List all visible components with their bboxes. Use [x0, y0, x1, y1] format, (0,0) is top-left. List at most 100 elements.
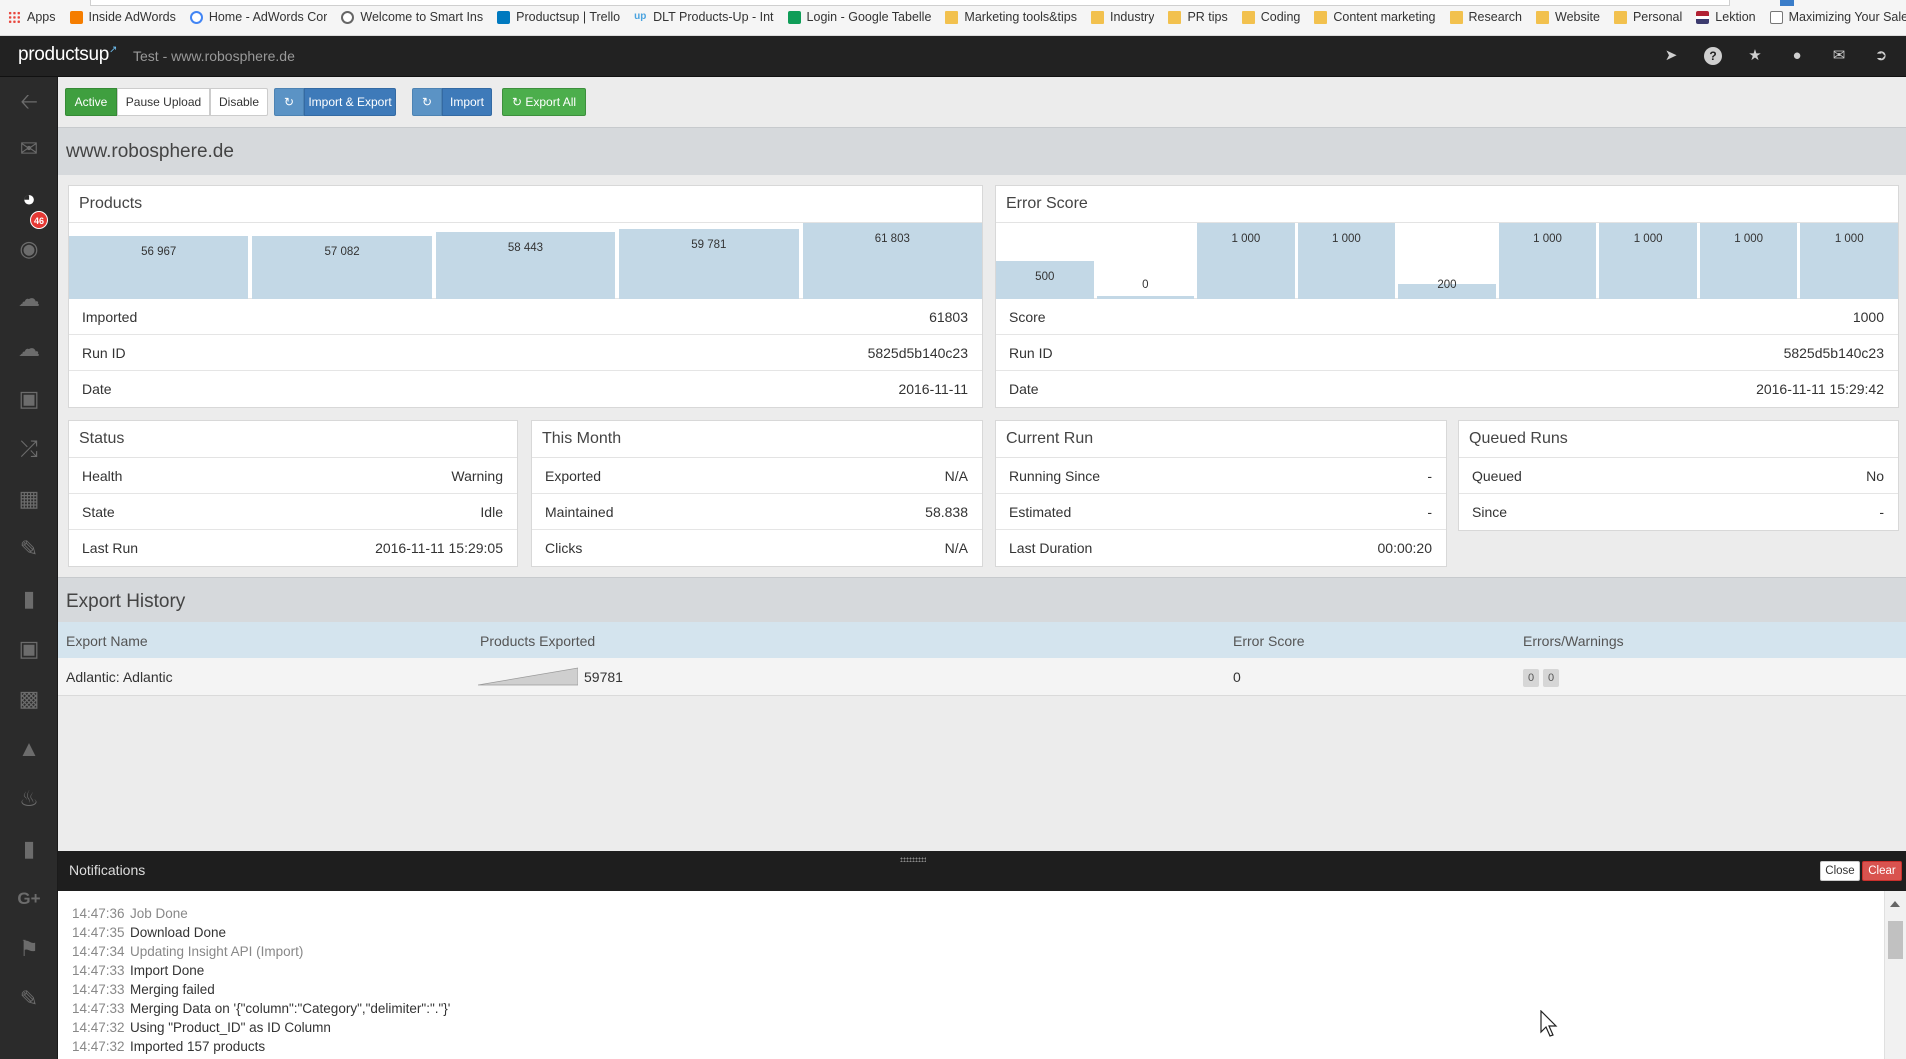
bookmark-item[interactable]: Productsup | Trello — [497, 10, 620, 24]
bookmark-label: Content marketing — [1333, 10, 1436, 24]
money-icon[interactable]: ▣ — [14, 634, 44, 664]
flag-icon[interactable]: ⚑ — [14, 934, 44, 964]
bookmark-item[interactable]: Home - AdWords Cor — [189, 10, 327, 24]
refresh-icon[interactable]: ↻ — [412, 88, 442, 116]
log-scrollbar[interactable] — [1884, 891, 1906, 1059]
info-row: Maintained 58.838 — [532, 494, 982, 530]
clear-notifications-button[interactable]: Clear — [1862, 861, 1902, 881]
bookmark-item[interactable]: Inside AdWords — [69, 10, 176, 24]
products-exported-sparkline — [478, 667, 578, 686]
scroll-up-icon[interactable] — [1890, 901, 1900, 907]
bookmark-item[interactable]: up DLT Products-Up - Int — [634, 10, 773, 24]
document-icon — [1769, 10, 1783, 24]
mail-icon[interactable]: ✉ — [14, 134, 44, 164]
action-toolbar: Active Pause Upload Disable ↻ Import & E… — [58, 77, 1906, 127]
status-rows: Health Warning State Idle Last Run 2016-11-11… — [69, 458, 517, 566]
bar-value-label: 500 — [1035, 271, 1055, 283]
edit-icon[interactable]: ✎ — [14, 984, 44, 1014]
info-row: Imported 61803 — [69, 299, 982, 335]
info-value: 2016-11-11 15:29:05 — [375, 540, 503, 556]
disable-button[interactable]: Disable — [210, 88, 268, 116]
lock-icon[interactable]: ◉ — [14, 234, 44, 264]
pencil-icon[interactable]: ✎ — [14, 534, 44, 564]
header-export-name[interactable]: Export Name — [66, 633, 148, 649]
bookmark-item[interactable]: Lektion — [1696, 10, 1756, 24]
bar-chart-icon[interactable]: ▩ — [14, 684, 44, 714]
products-exported-cell: 59781 — [584, 669, 623, 685]
active-button[interactable]: Active — [65, 88, 117, 116]
bookmark-item[interactable]: Website — [1536, 10, 1600, 24]
bookmark-item[interactable]: Login - Google Tabelle — [787, 10, 931, 24]
logout-icon[interactable]: ➲ — [1872, 47, 1890, 65]
bar-slot: 1 000 — [1297, 223, 1396, 299]
bookmark-item[interactable]: Apps — [8, 10, 56, 24]
mail-count-badge: 46 — [30, 211, 48, 229]
warning-icon[interactable]: ▲ — [14, 734, 44, 764]
info-label: Run ID — [1009, 345, 1053, 361]
bookmark-item[interactable]: Research — [1449, 10, 1523, 24]
export-all-button[interactable]: ↻ Export All — [502, 88, 586, 116]
bookmark-item[interactable]: PR tips — [1168, 10, 1228, 24]
queued-runs-panel-title: Queued Runs — [1459, 421, 1898, 458]
book-icon[interactable]: ▮ — [14, 584, 44, 614]
table-header: Export Name Products Exported Error Scor… — [58, 622, 1906, 658]
refresh-icon[interactable]: ↻ — [274, 88, 304, 116]
app-header: productsup↗ Test - www.robosphere.de ➤ ?… — [0, 36, 1906, 77]
resize-grip-icon[interactable] — [900, 857, 926, 862]
info-row: Exported N/A — [532, 458, 982, 494]
image-icon[interactable]: ▣ — [14, 384, 44, 414]
export-history-bar: Export History — [58, 577, 1906, 625]
info-label: Exported — [545, 468, 602, 484]
cloud-upload-icon[interactable]: ☁ — [14, 334, 44, 364]
back-arrow-icon[interactable]: 🡠 — [14, 87, 44, 117]
bookmark-item[interactable]: Industry — [1090, 10, 1155, 24]
import-export-button[interactable]: Import & Export — [304, 88, 396, 116]
bookmark-item[interactable]: Content marketing — [1314, 10, 1436, 24]
bar-value-label: 1 000 — [1332, 233, 1361, 245]
help-icon[interactable]: ? — [1704, 47, 1722, 65]
bookmark-item[interactable]: Marketing tools&tips — [945, 10, 1077, 24]
user-icon[interactable]: ● — [1788, 47, 1806, 65]
bar-value-label: 1 000 — [1734, 233, 1764, 245]
warnings-badge[interactable]: 0 — [1543, 669, 1559, 687]
bookmark-item[interactable]: Maximizing Your Sale — [1769, 10, 1906, 24]
header-errors-warnings[interactable]: Errors/Warnings — [1523, 633, 1624, 649]
errors-badge[interactable]: 0 — [1523, 669, 1539, 687]
queued-runs-panel: Queued Runs Queued No Since - — [1458, 420, 1899, 531]
mail-icon[interactable]: ✉ — [1830, 47, 1848, 65]
scroll-thumb[interactable] — [1888, 921, 1903, 959]
bookmark-item[interactable]: Welcome to Smart Ins — [341, 10, 483, 24]
cloud-download-icon[interactable]: ☁ — [14, 284, 44, 314]
dashboard-icon[interactable]: ◕ — [14, 184, 44, 214]
bookmark-label: Research — [1468, 10, 1523, 24]
table-icon[interactable]: ▦ — [14, 484, 44, 514]
log-time: 14:47:33 — [72, 982, 125, 997]
table-row[interactable]: Adlantic: Adlantic 59781 0 00 — [58, 658, 1906, 696]
pause-upload-button[interactable]: Pause Upload — [117, 88, 210, 116]
location-arrow-icon[interactable]: ➤ — [1662, 47, 1680, 65]
current-run-panel: Current Run Running Since - Estimated - Last… — [995, 420, 1447, 567]
close-notifications-button[interactable]: Close — [1820, 861, 1860, 881]
bar-slot: 500 — [996, 223, 1094, 299]
bar-slot: 1 000 — [1800, 223, 1898, 299]
bookmark-label: PR tips — [1187, 10, 1228, 24]
bell-icon[interactable]: ♨ — [14, 784, 44, 814]
star-icon[interactable]: ★ — [1746, 47, 1764, 65]
log-time: 14:47:35 — [72, 925, 125, 940]
bookmark-item[interactable]: Personal — [1613, 10, 1682, 24]
shuffle-icon[interactable]: ⤮ — [14, 434, 44, 464]
productsup-logo[interactable]: productsup↗ — [18, 44, 117, 66]
info-label: Date — [1009, 381, 1039, 397]
export-name-cell[interactable]: Adlantic: Adlantic — [66, 669, 173, 685]
extension-icon[interactable] — [1780, 0, 1794, 6]
book-alt-icon[interactable]: ▮ — [14, 834, 44, 864]
info-label: Running Since — [1009, 468, 1101, 484]
header-products-exported[interactable]: Products Exported — [480, 633, 595, 649]
import-button[interactable]: Import — [442, 88, 492, 116]
google-plus-icon[interactable]: G+ — [14, 884, 44, 914]
bookmark-label: Industry — [1109, 10, 1155, 24]
info-row: Queued No — [1459, 458, 1898, 494]
bookmark-item[interactable]: Coding — [1241, 10, 1300, 24]
left-sidebar: 🡠 ✉ ◕ ◉ ☁ ☁ ▣ ⤮ ▦ ✎ ▮ ▣ ▩ ▲ ♨ ▮ G+ ⚑ ✎ 4… — [0, 77, 58, 1059]
header-error-score[interactable]: Error Score — [1233, 633, 1305, 649]
